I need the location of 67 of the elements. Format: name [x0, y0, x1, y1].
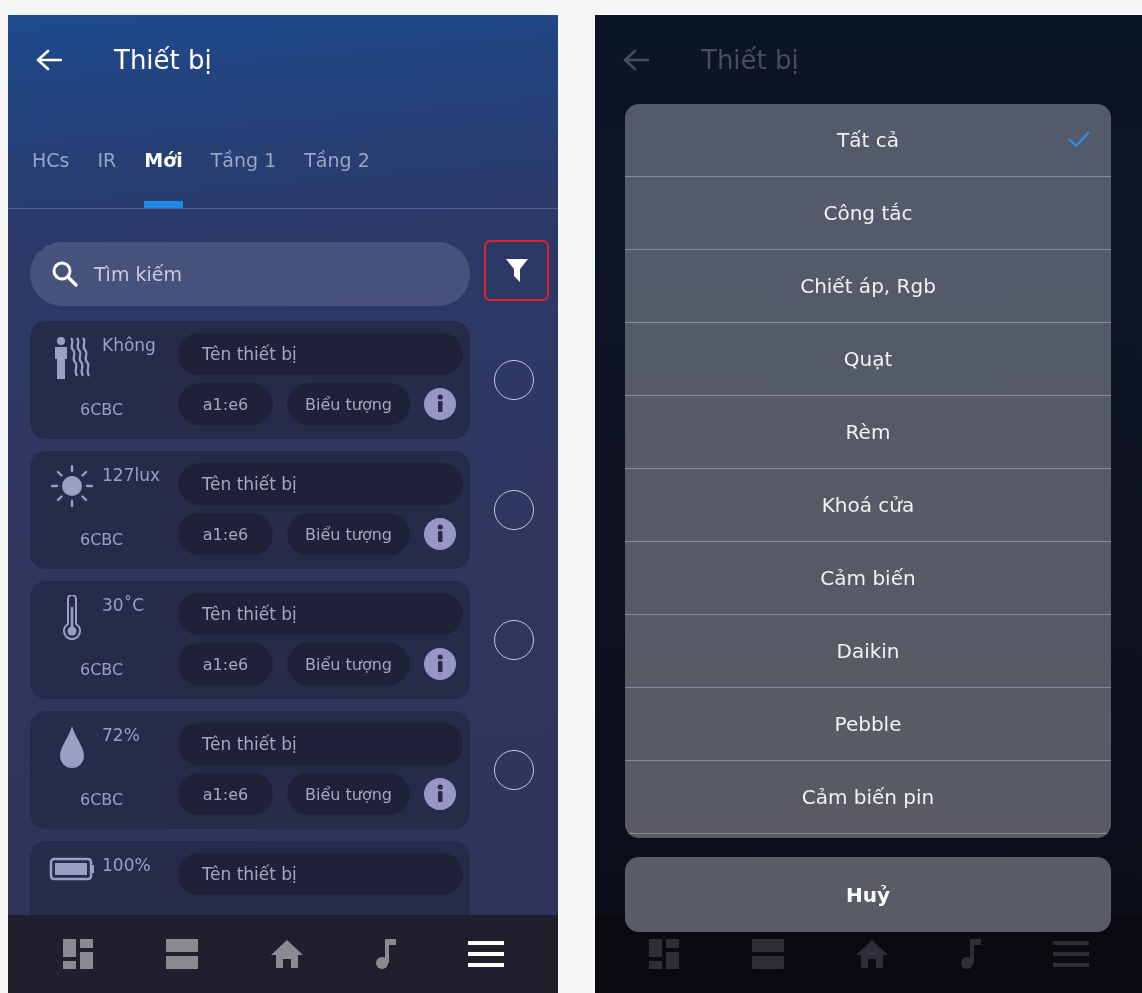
option-label: Rèm: [845, 420, 891, 444]
info-icon[interactable]: [424, 388, 456, 420]
filter-option[interactable]: Khoá cửa: [625, 469, 1111, 542]
tab[interactable]: Tầng 1: [210, 143, 277, 208]
info-icon[interactable]: [424, 518, 456, 550]
icon-picker-button[interactable]: Biểu tượng: [287, 643, 410, 685]
person-waves-icon: [52, 335, 92, 381]
icon-picker-button[interactable]: Biểu tượng: [287, 773, 410, 815]
filter-button[interactable]: [484, 239, 549, 301]
option-label: Chiết áp, Rgb: [800, 274, 936, 298]
home-icon[interactable]: [269, 939, 304, 969]
option-label: Khoá cửa: [821, 493, 915, 517]
icon-picker-button[interactable]: Biểu tượng: [287, 513, 410, 555]
option-label: Pebble: [834, 712, 902, 736]
device-name-field[interactable]: Tên thiết bị: [178, 853, 463, 895]
device-name-field[interactable]: Tên thiết bị: [178, 723, 463, 765]
cancel-button[interactable]: Huỷ: [625, 857, 1111, 932]
sun-icon: [51, 465, 93, 507]
tab[interactable]: Tầng 2: [304, 143, 370, 208]
option-label: Daikin: [836, 639, 900, 663]
device-id: 6CBC: [79, 529, 125, 549]
menu-icon[interactable]: [468, 941, 505, 967]
option-label: Quạt: [843, 347, 893, 371]
rows-icon[interactable]: [164, 938, 199, 970]
thermometer-icon: [61, 595, 83, 641]
tab[interactable]: HCs: [32, 143, 70, 208]
water-drop-icon: [58, 725, 86, 769]
sensor-reading: 100%: [102, 854, 152, 877]
option-label: Cảm biến pin: [801, 785, 935, 809]
filter-option[interactable]: Công tắc: [625, 177, 1111, 250]
filter-option[interactable]: Cảm biến pin: [625, 761, 1111, 834]
filter-icon: [504, 257, 529, 283]
filter-option[interactable]: Rèm: [625, 396, 1111, 469]
filter-option[interactable]: Cảm biến: [625, 542, 1111, 615]
option-label: Cảm biến: [820, 566, 916, 590]
option-label: Tất cả: [837, 128, 899, 152]
filter-option[interactable]: Daikin: [625, 615, 1111, 688]
filter-option[interactable]: Chiết áp, Rgb: [625, 250, 1111, 323]
info-icon[interactable]: [424, 648, 456, 680]
address-pill[interactable]: a1:e6: [178, 513, 273, 555]
address-pill[interactable]: a1:e6: [178, 643, 273, 685]
icon-picker-button[interactable]: Biểu tượng: [287, 383, 410, 425]
sensor-reading: 30˚C: [102, 594, 145, 617]
battery-icon: [49, 855, 95, 881]
filter-option[interactable]: Pebble: [625, 688, 1111, 761]
address-pill[interactable]: a1:e6: [178, 773, 273, 815]
address-pill[interactable]: a1:e6: [178, 383, 273, 425]
device-name-field[interactable]: Tên thiết bị: [178, 333, 463, 375]
device-name-field[interactable]: Tên thiết bị: [178, 593, 463, 635]
dashboard-icon[interactable]: [61, 938, 94, 970]
filter-option[interactable]: Quạt: [625, 323, 1111, 396]
device-id: 6CBC: [79, 789, 125, 809]
sensor-reading: 127lux: [102, 464, 161, 487]
filter-option[interactable]: Tất cả: [625, 104, 1111, 177]
screen-title: Thiết bị: [114, 45, 212, 75]
tab[interactable]: IR: [97, 143, 117, 208]
tab[interactable]: Mới: [144, 143, 183, 208]
screen-title: Thiết bị: [701, 45, 799, 75]
option-label: Công tắc: [823, 201, 913, 225]
device-id: 6CBC: [79, 399, 125, 419]
music-note-icon[interactable]: [375, 938, 398, 970]
device-id: 6CBC: [79, 659, 125, 679]
search-icon: [52, 261, 78, 287]
sensor-reading: Không: [102, 334, 157, 357]
device-name-field[interactable]: Tên thiết bị: [178, 463, 463, 505]
sensor-reading: 72%: [102, 724, 141, 747]
info-icon[interactable]: [424, 778, 456, 810]
